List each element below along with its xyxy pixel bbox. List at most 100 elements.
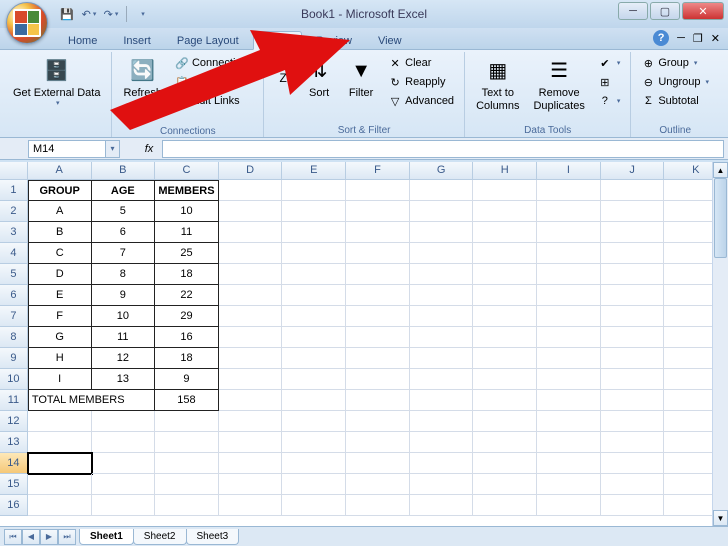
cell[interactable] <box>92 495 156 516</box>
refresh-all-button[interactable]: 🔄 Refresh All▾ <box>118 54 167 125</box>
cell[interactable] <box>410 306 474 327</box>
filter-button[interactable]: ▼ Filter <box>342 54 380 103</box>
cell[interactable] <box>219 201 283 222</box>
cell[interactable]: 29 <box>155 306 219 327</box>
cell[interactable] <box>28 495 92 516</box>
row-header[interactable]: 4 <box>0 243 28 264</box>
cell[interactable] <box>473 411 537 432</box>
cell[interactable]: 22 <box>155 285 219 306</box>
cell[interactable] <box>282 348 346 369</box>
cell[interactable] <box>473 306 537 327</box>
cell[interactable] <box>473 495 537 516</box>
cell[interactable] <box>219 390 283 411</box>
sheet-tab-2[interactable]: Sheet2 <box>133 529 187 545</box>
cell[interactable] <box>410 495 474 516</box>
cell[interactable] <box>473 327 537 348</box>
cell[interactable] <box>346 222 410 243</box>
cell[interactable] <box>473 453 537 474</box>
row-header[interactable]: 1 <box>0 180 28 201</box>
cell[interactable]: 11 <box>155 222 219 243</box>
sheet-tab-1[interactable]: Sheet1 <box>79 529 134 545</box>
cell[interactable] <box>601 264 665 285</box>
cell[interactable] <box>219 306 283 327</box>
cell[interactable] <box>601 285 665 306</box>
cell[interactable] <box>537 348 601 369</box>
cell[interactable] <box>473 243 537 264</box>
cell[interactable] <box>601 390 665 411</box>
cell[interactable] <box>410 243 474 264</box>
name-box[interactable]: M14 <box>28 140 106 158</box>
cell[interactable] <box>282 390 346 411</box>
row-header[interactable]: 11 <box>0 390 28 411</box>
cell[interactable] <box>282 264 346 285</box>
cell[interactable] <box>601 201 665 222</box>
cell[interactable] <box>346 474 410 495</box>
row-header[interactable]: 3 <box>0 222 28 243</box>
row-header[interactable]: 8 <box>0 327 28 348</box>
office-button[interactable] <box>6 2 48 44</box>
maximize-button[interactable]: ▢ <box>650 2 680 20</box>
sheet-tab-3[interactable]: Sheet3 <box>186 529 240 545</box>
cell[interactable] <box>601 369 665 390</box>
cell[interactable] <box>282 495 346 516</box>
cell[interactable] <box>346 243 410 264</box>
cell[interactable] <box>92 432 156 453</box>
cell[interactable] <box>601 180 665 201</box>
cell[interactable] <box>219 474 283 495</box>
cell[interactable]: 11 <box>92 327 156 348</box>
row-header[interactable]: 14 <box>0 453 28 474</box>
cell[interactable] <box>346 180 410 201</box>
cell[interactable] <box>473 201 537 222</box>
get-external-data-button[interactable]: 🗄️ Get External Data▾ <box>8 54 105 112</box>
clear-filter-button[interactable]: ✕Clear <box>384 54 458 72</box>
cell[interactable] <box>155 474 219 495</box>
cell[interactable] <box>346 495 410 516</box>
cell[interactable]: 158 <box>155 390 219 411</box>
properties-button[interactable]: 📋Properties <box>171 73 257 91</box>
cell[interactable] <box>219 411 283 432</box>
scroll-up-button[interactable]: ▲ <box>713 162 728 178</box>
cell[interactable] <box>410 411 474 432</box>
cell[interactable] <box>219 222 283 243</box>
cell[interactable] <box>346 348 410 369</box>
cell[interactable] <box>473 348 537 369</box>
cell[interactable] <box>601 243 665 264</box>
cell[interactable] <box>282 201 346 222</box>
cell[interactable] <box>282 474 346 495</box>
cell[interactable] <box>155 453 219 474</box>
cell[interactable] <box>537 453 601 474</box>
cell[interactable] <box>219 453 283 474</box>
ungroup-button[interactable]: ⊖Ungroup▾ <box>637 73 713 91</box>
cell[interactable]: 10 <box>92 306 156 327</box>
cell[interactable] <box>537 411 601 432</box>
cell[interactable] <box>601 495 665 516</box>
cell[interactable] <box>473 474 537 495</box>
cell[interactable]: F <box>28 306 92 327</box>
cell[interactable] <box>537 264 601 285</box>
cell[interactable] <box>219 264 283 285</box>
cell[interactable] <box>410 369 474 390</box>
reapply-button[interactable]: ↻Reapply <box>384 73 458 91</box>
cell[interactable] <box>473 222 537 243</box>
name-box-dropdown[interactable]: ▾ <box>106 140 120 158</box>
cell[interactable]: C <box>28 243 92 264</box>
cell[interactable] <box>537 201 601 222</box>
advanced-filter-button[interactable]: ▽Advanced <box>384 92 458 110</box>
cell[interactable] <box>537 432 601 453</box>
cell[interactable]: 5 <box>92 201 156 222</box>
cell[interactable] <box>601 474 665 495</box>
row-header[interactable]: 9 <box>0 348 28 369</box>
cell[interactable] <box>282 327 346 348</box>
cell[interactable] <box>537 285 601 306</box>
cell[interactable] <box>155 495 219 516</box>
row-header[interactable]: 12 <box>0 411 28 432</box>
cell[interactable] <box>410 222 474 243</box>
cell[interactable] <box>28 432 92 453</box>
column-header[interactable]: J <box>601 162 665 180</box>
cell[interactable] <box>346 390 410 411</box>
cell[interactable] <box>28 411 92 432</box>
cell[interactable] <box>537 495 601 516</box>
column-header[interactable]: B <box>92 162 156 180</box>
formula-input[interactable] <box>162 140 724 158</box>
cell[interactable] <box>537 243 601 264</box>
